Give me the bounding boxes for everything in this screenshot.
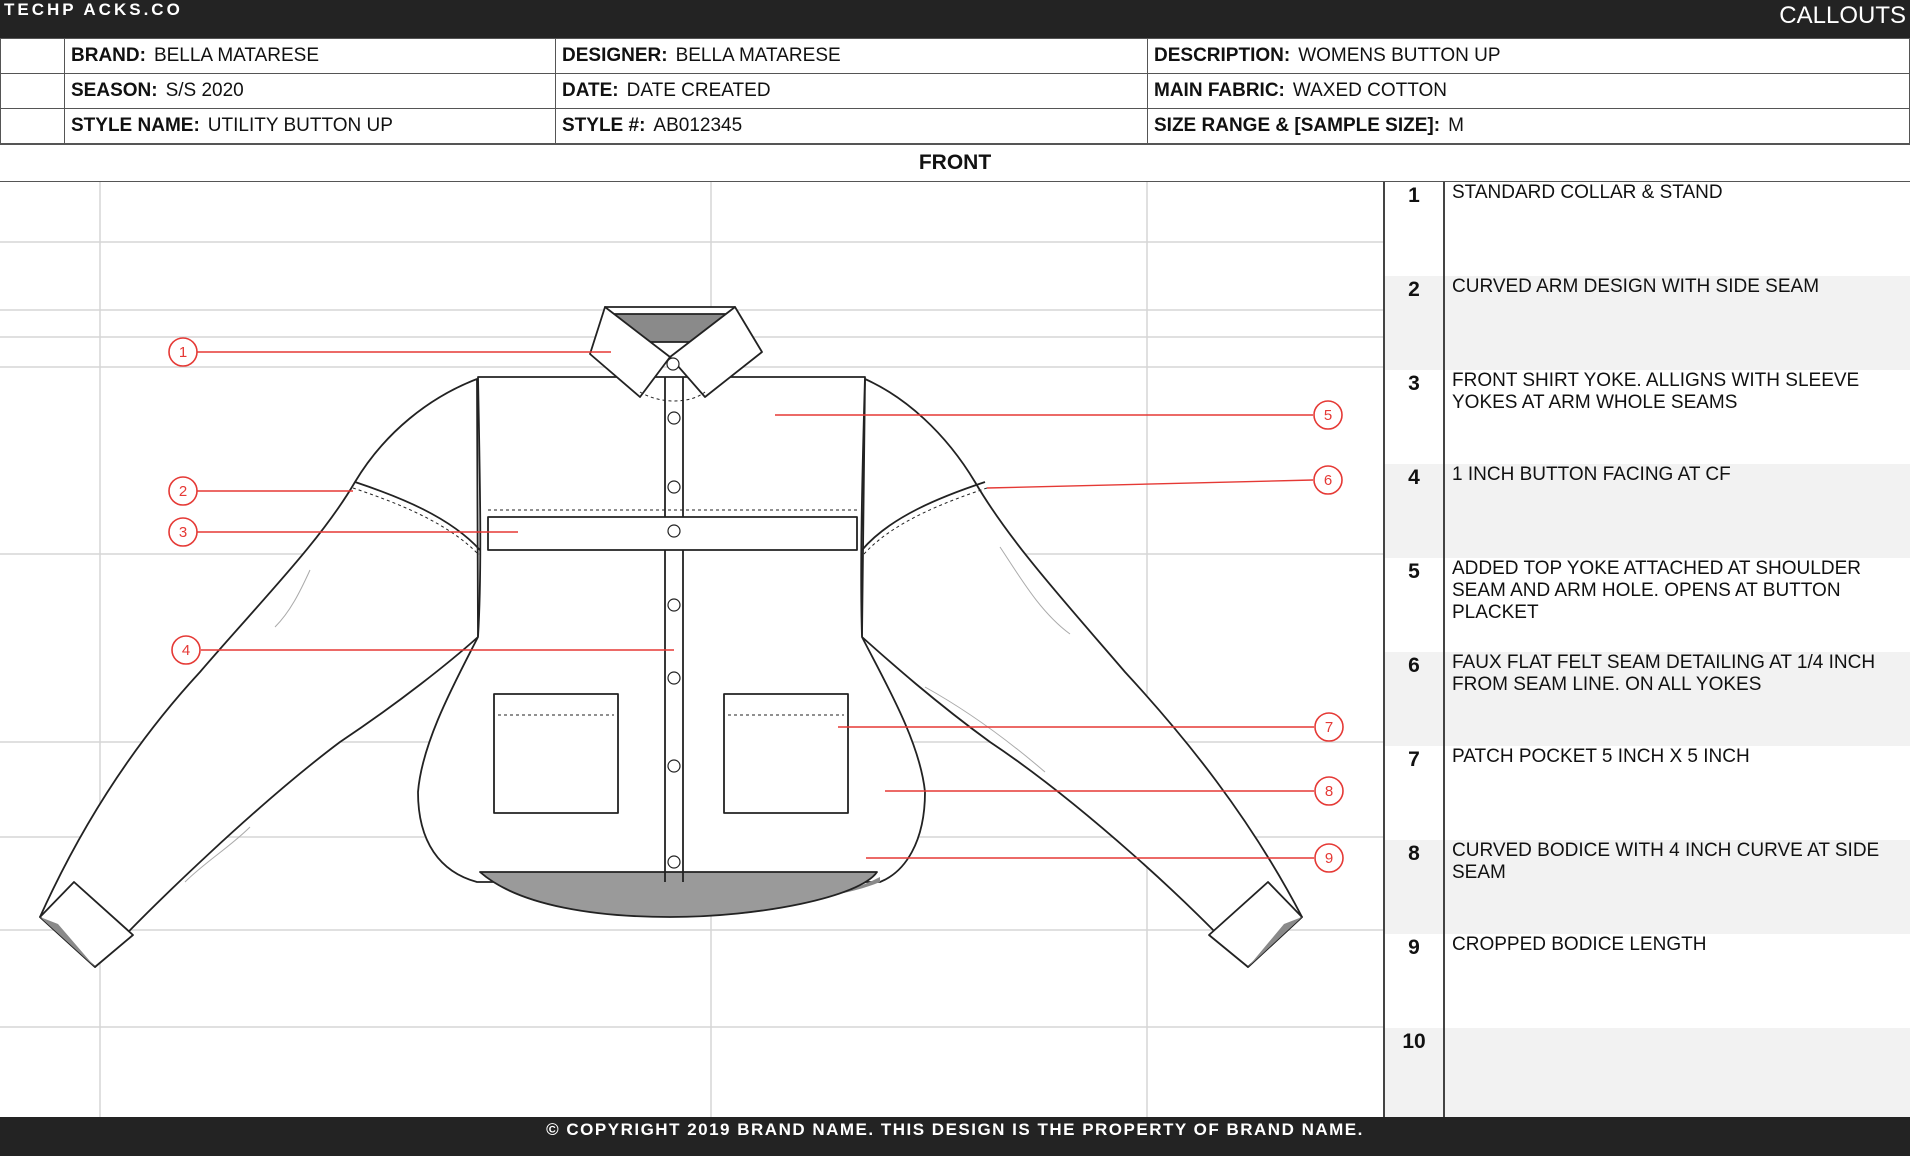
- brand-value: BELLA MATARESE: [153, 45, 320, 66]
- callout-number: 4: [1385, 464, 1445, 558]
- callout-row: 4 1 INCH BUTTON FACING AT CF: [1385, 464, 1910, 558]
- description-value: WOMENS BUTTON UP: [1298, 45, 1501, 66]
- marker-4: 4: [182, 642, 190, 659]
- brand-label: BRAND:: [71, 45, 146, 66]
- style-name-value: UTILITY BUTTON UP: [207, 115, 393, 136]
- info-spacer-cell: [0, 108, 65, 144]
- shirt-illustration: [39, 306, 1303, 968]
- marker-7: 7: [1325, 719, 1333, 736]
- callout-text: 1 INCH BUTTON FACING AT CF: [1452, 464, 1731, 485]
- style-number-label: STYLE #:: [562, 115, 646, 136]
- season-label: SEASON:: [71, 80, 158, 101]
- size-range-cell: SIZE RANGE & [SAMPLE SIZE]: M: [1147, 108, 1910, 144]
- callout-number: 5: [1385, 558, 1445, 652]
- callout-number: 7: [1385, 746, 1445, 840]
- marker-3: 3: [179, 524, 187, 541]
- callout-number: 3: [1385, 370, 1445, 464]
- description-label: DESCRIPTION:: [1154, 45, 1291, 66]
- callout-number: 8: [1385, 840, 1445, 934]
- date-value: DATE CREATED: [626, 80, 771, 101]
- copyright-footer: © COPYRIGHT 2019 BRAND NAME. THIS DESIGN…: [0, 1117, 1910, 1156]
- callout-text: FRONT SHIRT YOKE. ALLIGNS WITH SLEEVE YO…: [1452, 370, 1860, 413]
- info-spacer-cell: [0, 73, 65, 109]
- top-bar: TECHP ACKS.CO CALLOUTS: [0, 0, 1910, 38]
- callout-row: 9 CROPPED BODICE LENGTH: [1385, 934, 1910, 1028]
- fabric-label: MAIN FABRIC:: [1154, 80, 1285, 101]
- callout-text: PATCH POCKET 5 INCH X 5 INCH: [1452, 746, 1750, 767]
- style-number-cell: STYLE #: AB012345: [555, 108, 1148, 144]
- callout-row: 10: [1385, 1028, 1910, 1117]
- season-cell: SEASON: S/S 2020: [64, 73, 556, 109]
- designer-label: DESIGNER:: [562, 45, 668, 66]
- brand-logo: TECHP ACKS.CO: [4, 0, 183, 19]
- date-cell: DATE: DATE CREATED: [555, 73, 1148, 109]
- marker-9: 9: [1325, 850, 1333, 867]
- callout-number: 9: [1385, 934, 1445, 1028]
- view-title: FRONT: [0, 144, 1910, 182]
- season-value: S/S 2020: [165, 80, 244, 101]
- section-title: CALLOUTS: [1779, 2, 1906, 29]
- spec-info-table: BRAND: BELLA MATARESE DESIGNER: BELLA MATA…: [0, 38, 1910, 144]
- marker-6: 6: [1324, 472, 1332, 489]
- size-range-value: M: [1448, 115, 1464, 136]
- marker-1: 1: [179, 344, 187, 361]
- marker-8: 8: [1325, 783, 1333, 800]
- callout-row: 7 PATCH POCKET 5 INCH X 5 INCH: [1385, 746, 1910, 840]
- callout-text: STANDARD COLLAR & STAND: [1452, 182, 1723, 203]
- style-number-value: AB012345: [653, 115, 743, 136]
- callouts-panel: 1 STANDARD COLLAR & STAND 2 CURVED ARM D…: [1383, 182, 1910, 1117]
- marker-5: 5: [1324, 407, 1332, 424]
- technical-drawing-area: 1 2 3 4 5 6 7 8 9: [0, 182, 1383, 1117]
- callout-text: CURVED BODICE WITH 4 INCH CURVE AT SIDE …: [1452, 840, 1880, 883]
- callout-number: 10: [1385, 1028, 1445, 1117]
- designer-cell: DESIGNER: BELLA MATARESE: [555, 38, 1148, 74]
- fabric-value: WAXED COTTON: [1292, 80, 1448, 101]
- callout-row: 5 ADDED TOP YOKE ATTACHED AT SHOULDER SE…: [1385, 558, 1910, 652]
- description-cell: DESCRIPTION: WOMENS BUTTON UP: [1147, 38, 1910, 74]
- brand-cell: BRAND: BELLA MATARESE: [64, 38, 556, 74]
- date-label: DATE:: [562, 80, 619, 101]
- callout-text: ADDED TOP YOKE ATTACHED AT SHOULDER SEAM…: [1452, 558, 1861, 623]
- fabric-cell: MAIN FABRIC: WAXED COTTON: [1147, 73, 1910, 109]
- callout-number: 6: [1385, 652, 1445, 746]
- callout-number: 1: [1385, 182, 1445, 276]
- callout-text: FAUX FLAT FELT SEAM DETAILING AT 1/4 INC…: [1452, 652, 1876, 695]
- designer-value: BELLA MATARESE: [675, 45, 841, 66]
- callout-row: 6 FAUX FLAT FELT SEAM DETAILING AT 1/4 I…: [1385, 652, 1910, 746]
- callout-row: 3 FRONT SHIRT YOKE. ALLIGNS WITH SLEEVE …: [1385, 370, 1910, 464]
- info-row: STYLE NAME: UTILITY BUTTON UP STYLE #: AB0…: [0, 108, 1910, 144]
- callout-number: 2: [1385, 276, 1445, 370]
- callout-text: CURVED ARM DESIGN WITH SIDE SEAM: [1452, 276, 1820, 297]
- style-name-cell: STYLE NAME: UTILITY BUTTON UP: [64, 108, 556, 144]
- info-spacer-cell: [0, 38, 65, 74]
- size-range-label: SIZE RANGE & [SAMPLE SIZE]:: [1154, 115, 1441, 136]
- callout-text: CROPPED BODICE LENGTH: [1452, 934, 1707, 955]
- marker-2: 2: [179, 483, 187, 500]
- shirt-flat-sketch: 1 2 3 4 5 6 7 8 9: [0, 182, 1383, 1117]
- callout-row: 8 CURVED BODICE WITH 4 INCH CURVE AT SID…: [1385, 840, 1910, 934]
- callout-row: 1 STANDARD COLLAR & STAND: [1385, 182, 1910, 276]
- callout-row: 2 CURVED ARM DESIGN WITH SIDE SEAM: [1385, 276, 1910, 370]
- info-row: BRAND: BELLA MATARESE DESIGNER: BELLA MATA…: [0, 38, 1910, 74]
- info-row: SEASON: S/S 2020 DATE: DATE CREATED MAIN F…: [0, 73, 1910, 109]
- style-name-label: STYLE NAME:: [71, 115, 200, 136]
